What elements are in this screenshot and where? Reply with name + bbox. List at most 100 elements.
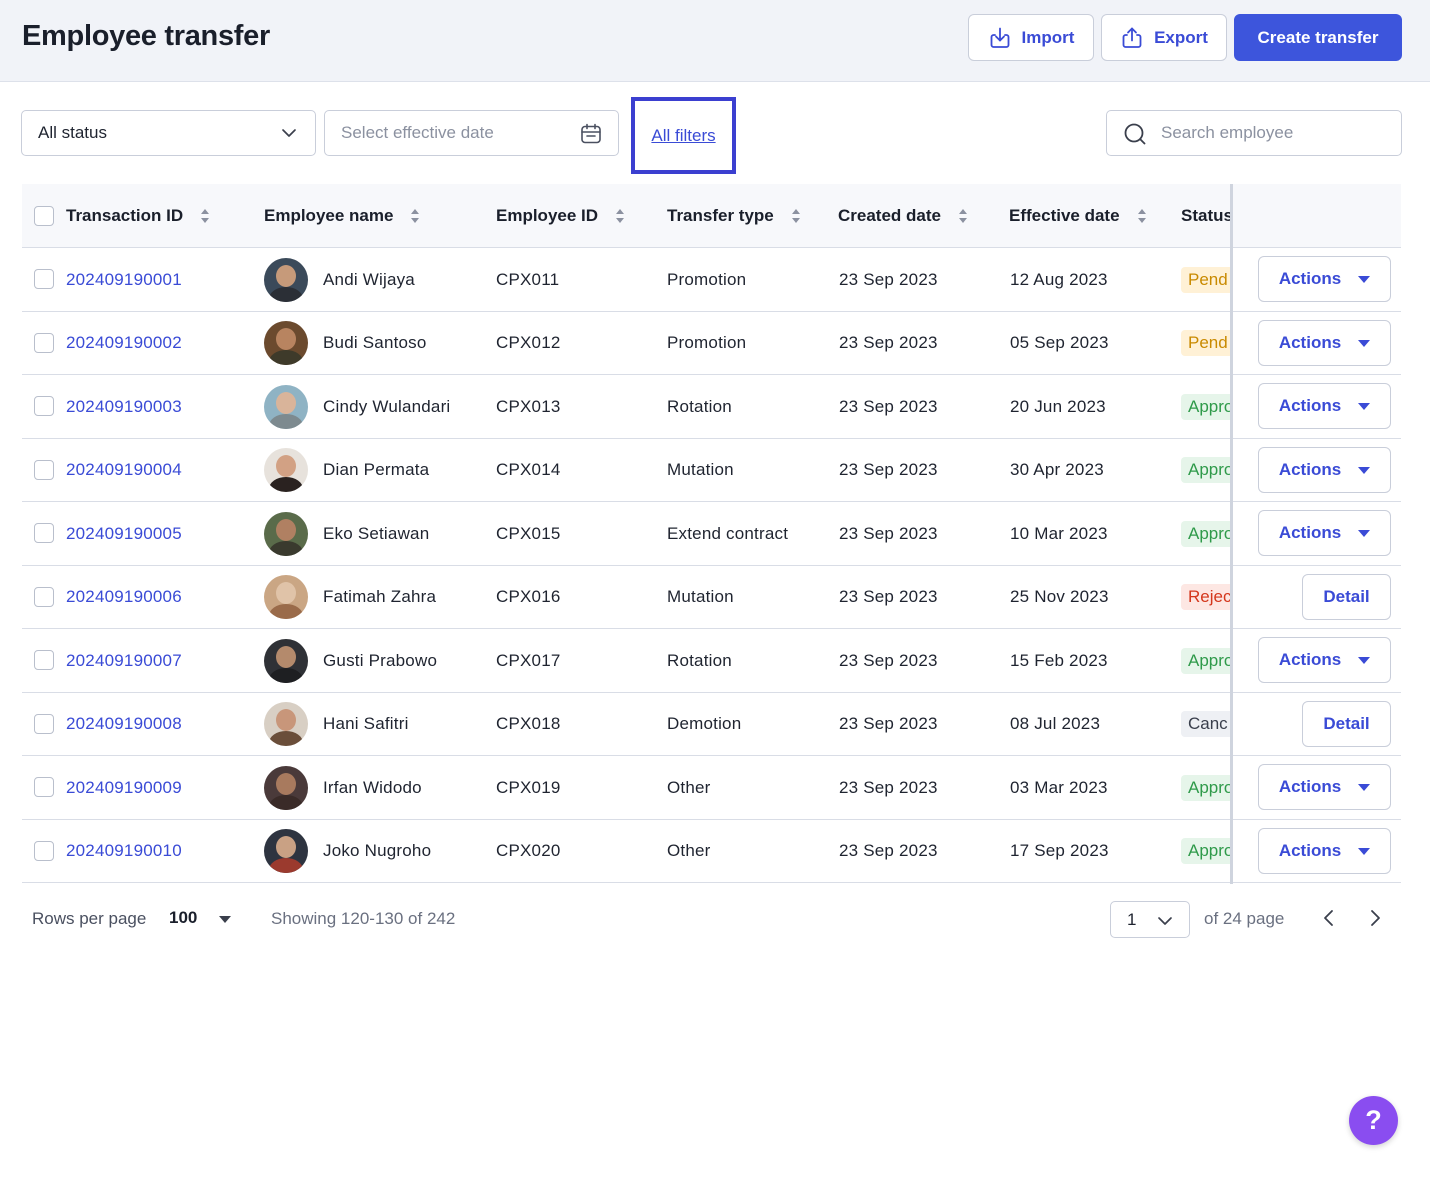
table-row[interactable]: 202409190010 Joko Nugroho CPX020 Other 2… [22, 820, 1401, 883]
column-created-date[interactable]: Created date [838, 184, 969, 248]
table-row[interactable]: 202409190008 Hani Safitri CPX018 Demotio… [22, 693, 1401, 756]
export-button[interactable]: Export [1101, 14, 1227, 61]
column-effective-date[interactable]: Effective date [1009, 184, 1148, 248]
table-row[interactable]: 202409190009 Irfan Widodo CPX019 Other 2… [22, 756, 1401, 820]
table-row[interactable]: 202409190007 Gusti Prabowo CPX017 Rotati… [22, 629, 1401, 693]
actions-label: Actions [1278, 777, 1342, 796]
row-checkbox[interactable] [34, 269, 54, 289]
effective-date-placeholder: Select effective date [341, 123, 494, 142]
transaction-id-link[interactable]: 202409190004 [66, 439, 182, 502]
row-checkbox[interactable] [34, 650, 54, 670]
page-number-select[interactable]: 1 [1110, 901, 1190, 938]
row-checkbox[interactable] [34, 840, 54, 861]
actions-dropdown-button[interactable]: Actions [1258, 764, 1391, 810]
sort-icon[interactable] [790, 207, 802, 225]
created-date-cell: 23 Sep 2023 [839, 460, 938, 479]
sort-icon[interactable] [957, 207, 969, 225]
caret-down-icon [1358, 530, 1371, 537]
employee-name-cell: Budi Santoso [264, 312, 427, 375]
actions-dropdown-button[interactable]: Actions [1258, 637, 1391, 683]
transaction-id-link[interactable]: 202409190009 [66, 756, 182, 819]
table-row[interactable]: 202409190006 Fatimah Zahra CPX016 Mutati… [22, 566, 1401, 629]
actions-dropdown-button[interactable]: Actions [1258, 256, 1391, 302]
create-transfer-button[interactable]: Create transfer [1234, 14, 1402, 61]
employee-name: Dian Permata [323, 460, 430, 479]
transaction-id-link[interactable]: 202409190001 [66, 248, 182, 311]
transaction-id-link[interactable]: 202409190005 [66, 502, 182, 565]
transfer-type-cell: Other [667, 841, 711, 860]
employee-name-cell: Dian Permata [264, 439, 429, 502]
employee-id-cell: CPX017 [496, 650, 561, 670]
import-button[interactable]: Import [968, 14, 1094, 61]
table-row[interactable]: 202409190005 Eko Setiawan CPX015 Extend … [22, 502, 1401, 566]
rows-per-page-value[interactable]: 100 [169, 908, 197, 928]
caret-down-icon [1358, 276, 1371, 283]
table-row[interactable]: 202409190003 Cindy Wulandari CPX013 Rota… [22, 375, 1401, 439]
status-badge: Canc [1181, 711, 1230, 737]
actions-dropdown-button[interactable]: Actions [1258, 446, 1391, 493]
employee-id-cell: CPX016 [496, 587, 561, 606]
detail-button[interactable]: Detail [1302, 573, 1391, 620]
column-status[interactable]: Status [1181, 184, 1230, 248]
help-button[interactable]: ? [1349, 1096, 1398, 1145]
sort-icon[interactable] [1136, 207, 1148, 225]
rows-per-page-label: Rows per page [32, 909, 147, 928]
actions-label: Actions [1278, 269, 1342, 288]
avatar [264, 257, 308, 302]
employee-name: Eko Setiawan [323, 523, 430, 543]
effective-date-input[interactable]: Select effective date [324, 110, 619, 156]
table-row[interactable]: 202409190001 Andi Wijaya CPX011 Promotio… [22, 248, 1401, 312]
row-checkbox[interactable] [34, 586, 54, 607]
created-date-cell: 23 Sep 2023 [839, 777, 938, 797]
employee-name: Fatimah Zahra [323, 587, 437, 606]
chevron-right-icon[interactable] [1368, 909, 1382, 927]
employee-name: Irfan Widodo [323, 777, 422, 797]
column-label: Transfer type [667, 206, 774, 225]
status-cell: Appro [1181, 756, 1230, 819]
actions-dropdown-button[interactable]: Actions [1258, 319, 1391, 366]
transaction-id-link[interactable]: 202409190003 [66, 375, 182, 438]
row-checkbox[interactable] [34, 777, 54, 797]
transfer-type-cell: Extend contract [667, 523, 789, 543]
row-checkbox[interactable] [34, 523, 54, 543]
effective-date-cell: 08 Jul 2023 [1010, 714, 1101, 733]
table-row[interactable]: 202409190002 Budi Santoso CPX012 Promoti… [22, 312, 1401, 375]
table-row[interactable]: 202409190004 Dian Permata CPX014 Mutatio… [22, 439, 1401, 502]
transaction-id-link[interactable]: 202409190002 [66, 312, 182, 375]
row-checkbox[interactable] [34, 332, 54, 353]
transfer-type-cell: Promotion [667, 269, 747, 289]
column-transaction-id[interactable]: Transaction ID [66, 184, 211, 248]
actions-dropdown-button[interactable]: Actions [1258, 827, 1391, 874]
detail-button[interactable]: Detail [1302, 700, 1391, 747]
status-badge: Appro [1181, 520, 1230, 547]
actions-dropdown-button[interactable]: Actions [1258, 510, 1391, 556]
transaction-id-link[interactable]: 202409190006 [66, 566, 182, 629]
select-all-checkbox[interactable] [34, 206, 54, 226]
employee-name-cell: Cindy Wulandari [264, 375, 450, 438]
caret-down-icon[interactable] [218, 914, 232, 924]
column-employee-name[interactable]: Employee name [264, 184, 421, 248]
row-checkbox[interactable] [34, 713, 54, 734]
transaction-id-link[interactable]: 202409190008 [66, 693, 182, 756]
search-employee-input[interactable]: Search employee [1106, 110, 1402, 156]
employee-id-cell: CPX012 [496, 333, 561, 352]
row-checkbox[interactable] [34, 459, 54, 480]
sort-icon[interactable] [409, 207, 421, 225]
calendar-icon [581, 123, 601, 144]
actions-dropdown-button[interactable]: Actions [1258, 383, 1391, 429]
status-filter-select[interactable]: All status [21, 110, 316, 156]
all-filters-link[interactable]: All filters [651, 126, 715, 146]
sort-icon[interactable] [614, 207, 626, 225]
column-transfer-type[interactable]: Transfer type [667, 184, 802, 248]
chevron-left-icon[interactable] [1322, 909, 1336, 927]
avatar [264, 702, 308, 746]
avatar [264, 765, 308, 810]
transaction-id-link[interactable]: 202409190010 [66, 820, 182, 883]
column-employee-id[interactable]: Employee ID [496, 184, 626, 248]
sort-icon[interactable] [199, 207, 211, 225]
column-label: Status [1181, 206, 1230, 225]
employee-id-cell: CPX013 [496, 396, 561, 416]
total-pages-text: of 24 page [1204, 909, 1285, 928]
row-checkbox[interactable] [34, 396, 54, 416]
transaction-id-link[interactable]: 202409190007 [66, 629, 182, 692]
